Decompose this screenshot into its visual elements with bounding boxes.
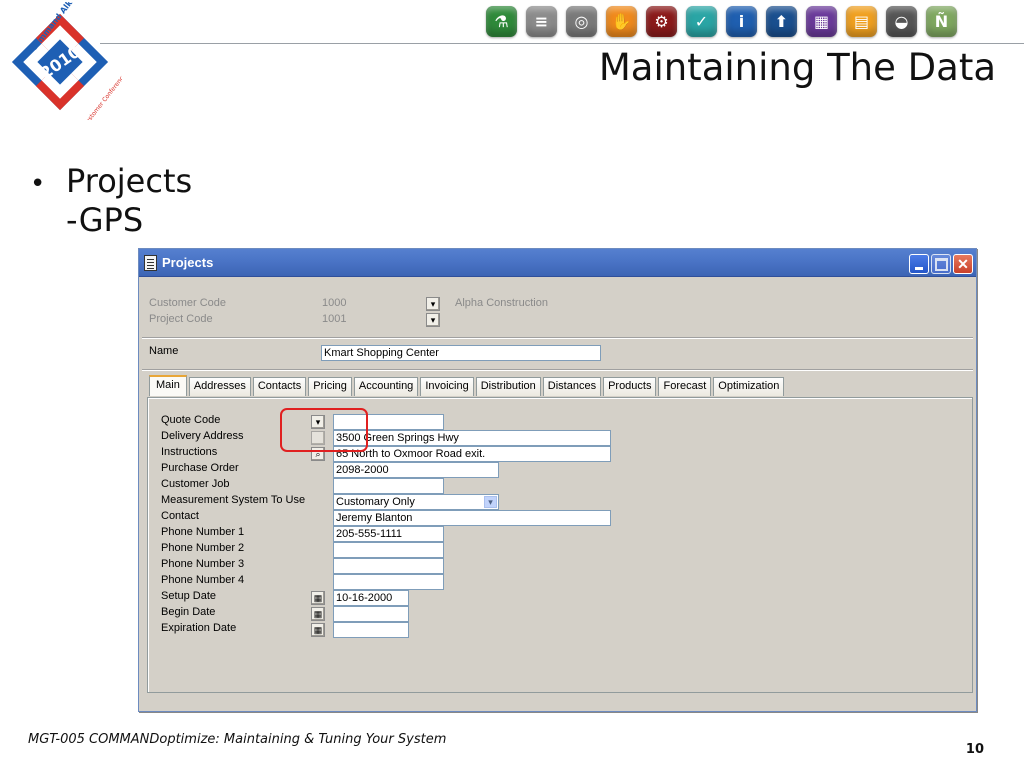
folder-icon: ▤ <box>846 6 877 37</box>
expiration-date-field[interactable] <box>333 622 409 638</box>
delivery-address-field[interactable]: 3500 Green Springs Hwy <box>333 430 611 446</box>
customer-job-label: Customer Job <box>161 478 230 490</box>
upload-icon: ⬆ <box>766 6 797 37</box>
tab-distribution[interactable]: Distribution <box>475 377 541 396</box>
contact-label: Contact <box>161 510 199 522</box>
customer-code-value: 1000 <box>322 297 347 309</box>
tab-products[interactable]: Products <box>603 377 657 396</box>
project-code-label: Project Code <box>149 313 213 325</box>
flask-icon: ⚗ <box>486 6 517 37</box>
customer-name: Alpha Construction <box>455 297 548 309</box>
window-titlebar[interactable]: Projects ✕ <box>139 249 976 277</box>
annotation-highlight <box>280 408 368 452</box>
window-title: Projects <box>162 255 214 270</box>
purchase-order-field[interactable]: 2098-2000 <box>333 462 499 478</box>
footer-text: MGT-005 COMMANDoptimize: Maintaining & T… <box>28 732 447 747</box>
gears-icon: ⚙ <box>646 6 677 37</box>
tab-distances[interactable]: Distances <box>542 377 602 396</box>
name-label: Name <box>149 345 179 357</box>
tab-strip: Main Addresses Contacts Pricing Accounting In… <box>149 375 786 396</box>
phone-number-3-label: Phone Number 3 <box>161 558 245 570</box>
tab-accounting[interactable]: Accounting <box>353 377 419 396</box>
name-separator <box>142 369 973 371</box>
page-number: 10 <box>965 742 984 757</box>
customer-job-field[interactable] <box>333 478 444 494</box>
instructions-field[interactable]: 65 North to Oxmoor Road exit. <box>333 446 611 462</box>
setup-date-calendar-button[interactable]: ▦ <box>311 591 325 605</box>
tab-optimization[interactable]: Optimization <box>713 377 785 396</box>
name-field[interactable]: Kmart Shopping Center <box>321 345 601 361</box>
customer-code-label: Customer Code <box>149 297 227 309</box>
project-code-value: 1001 <box>322 313 347 325</box>
begin-date-calendar-button[interactable]: ▦ <box>311 607 325 621</box>
tab-contacts[interactable]: Contacts <box>252 377 307 396</box>
header-separator <box>142 337 973 339</box>
tab-main[interactable]: Main <box>149 375 187 396</box>
main-tab-panel: Quote Code Delivery Address Instructions… <box>147 397 973 693</box>
hand-icon: ✋ <box>606 6 637 37</box>
begin-date-field[interactable] <box>333 606 409 622</box>
globe-icon: ◎ <box>566 6 597 37</box>
tab-addresses[interactable]: Addresses <box>188 377 251 396</box>
delivery-address-label: Delivery Address <box>161 430 244 442</box>
expiration-date-calendar-button[interactable]: ▦ <box>311 623 325 637</box>
setup-date-field[interactable]: 10-16-2000 <box>333 590 409 606</box>
bullet-text: Projects <box>66 162 193 200</box>
slide-title: Maintaining The Data <box>598 46 996 89</box>
tab-forecast[interactable]: Forecast <box>658 377 712 396</box>
phone-number-1-label: Phone Number 1 <box>161 526 245 538</box>
sub-bullet-text: -GPS <box>66 201 144 239</box>
n-icon: Ñ <box>926 6 957 37</box>
calendar-icon: ▦ <box>313 624 323 635</box>
tab-pricing[interactable]: Pricing <box>308 377 352 396</box>
measurement-system-value: Customary Only <box>336 496 415 508</box>
setup-date-label: Setup Date <box>161 590 217 602</box>
calendar-icon: ▦ <box>313 608 323 619</box>
app-icon-row: ⚗ ≡ ◎ ✋ ⚙ ✓ i ⬆ ▦ ▤ ◒ Ñ <box>486 6 957 37</box>
contact-field[interactable]: Jeremy Blanton <box>333 510 611 526</box>
purchase-order-label: Purchase Order <box>161 462 239 474</box>
maximize-button[interactable] <box>931 254 951 274</box>
bullet-list: • Projects -GPS <box>30 163 192 238</box>
grid-icon: ▦ <box>806 6 837 37</box>
project-code-picker-button[interactable]: ▾ <box>426 313 440 327</box>
phone-number-2-field[interactable] <box>333 542 444 558</box>
phone-number-2-label: Phone Number 2 <box>161 542 245 554</box>
minimize-button[interactable] <box>909 254 929 274</box>
chevron-down-icon[interactable]: ▾ <box>484 496 497 508</box>
customer-code-picker-button[interactable]: ▾ <box>426 297 440 311</box>
phone-number-4-label: Phone Number 4 <box>161 574 245 586</box>
check-icon: ✓ <box>686 6 717 37</box>
header-divider <box>100 43 1024 44</box>
conference-logo: 2010 Command Alkon Customer Conference <box>11 2 122 120</box>
bullet-dot: • <box>30 169 46 199</box>
bullet-item: • Projects <box>30 163 192 202</box>
expiration-date-label: Expiration Date <box>161 622 237 634</box>
calendar-icon: ▦ <box>313 592 323 603</box>
chevron-down-icon: ▾ <box>430 298 436 309</box>
close-button[interactable]: ✕ <box>953 254 973 274</box>
chevron-down-icon: ▾ <box>430 314 436 325</box>
phone-number-4-field[interactable] <box>333 574 444 590</box>
instructions-label: Instructions <box>161 446 218 458</box>
begin-date-label: Begin Date <box>161 606 216 618</box>
projects-window: Projects ✕ Customer Code 1000 ▾ Alpha Co… <box>138 248 977 712</box>
truck-icon: ◒ <box>886 6 917 37</box>
phone-number-3-field[interactable] <box>333 558 444 574</box>
phone-number-1-field[interactable]: 205-555-1111 <box>333 526 444 542</box>
measurement-system-select[interactable]: Customary Only ▾ <box>333 494 499 510</box>
layers-icon: ≡ <box>526 6 557 37</box>
measurement-system-label: Measurement System To Use <box>161 494 306 506</box>
info-icon: i <box>726 6 757 37</box>
tab-invoicing[interactable]: Invoicing <box>420 377 474 396</box>
document-icon <box>144 255 157 271</box>
quote-code-label: Quote Code <box>161 414 221 426</box>
